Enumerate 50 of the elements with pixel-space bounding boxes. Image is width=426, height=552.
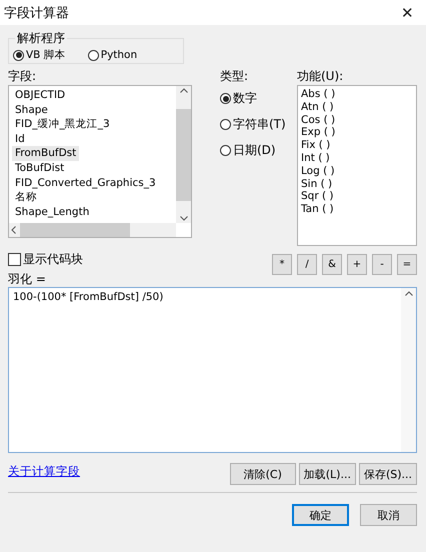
scroll-up-icon[interactable] <box>404 291 412 296</box>
cancel-button[interactable]: 取消 <box>360 504 417 526</box>
operator-button[interactable]: / <box>297 254 317 275</box>
function-item[interactable]: Sin ( ) <box>301 178 332 190</box>
function-item[interactable]: Sqr ( ) <box>301 190 334 204</box>
type-label: 类型: <box>220 68 250 85</box>
operator-button[interactable]: & <box>322 254 342 275</box>
horizontal-scrollbar[interactable] <box>9 223 176 237</box>
function-item[interactable]: Exp ( ) <box>301 126 336 140</box>
type-radio[interactable]: 日期(D) <box>220 142 290 159</box>
function-item[interactable]: Int ( ) <box>301 152 330 165</box>
operator-button[interactable]: + <box>347 254 367 275</box>
parser-radio[interactable]: VB 脚本 <box>13 48 66 62</box>
field-item[interactable]: Shape_Length <box>12 204 92 220</box>
operator-button[interactable]: = <box>397 254 417 275</box>
scroll-down-icon[interactable] <box>180 216 188 221</box>
field-item[interactable]: Id <box>12 132 28 146</box>
operator-button[interactable]: * <box>272 254 292 275</box>
function-item[interactable]: Abs ( ) <box>301 88 336 101</box>
help-link[interactable]: 关于计算字段 <box>8 464 80 479</box>
field-item[interactable]: OBJECTID <box>12 88 68 103</box>
fields-label: 字段: <box>8 68 38 85</box>
field-item[interactable]: FID_缓冲_黑龙江_3 <box>12 117 113 132</box>
field-item[interactable]: FromBufDst <box>12 146 80 161</box>
field-item[interactable]: Shape <box>12 102 51 118</box>
scroll-up-icon[interactable] <box>180 88 188 93</box>
file-button[interactable]: 保存(S)... <box>358 463 417 485</box>
window-title: 字段计算器 <box>4 4 69 22</box>
type-radio[interactable]: 字符串(T) <box>220 116 290 133</box>
file-button[interactable]: 清除(C) <box>230 463 296 485</box>
operator-button[interactable]: - <box>372 254 392 275</box>
close-button[interactable]: ✕ <box>401 4 414 22</box>
field-item[interactable]: ToBufDist <box>12 160 68 176</box>
function-item[interactable]: Atn ( ) <box>301 100 334 114</box>
vertical-scrollbar[interactable] <box>176 86 191 223</box>
scroll-left-icon[interactable] <box>11 226 16 234</box>
show-codeblock-checkbox[interactable]: 显示代码块 <box>8 251 83 268</box>
group-label: 解析程序 <box>16 30 66 47</box>
function-item[interactable]: Log ( ) <box>301 164 335 178</box>
functions-label: 功能(U): <box>297 68 344 85</box>
field-item[interactable]: 名称 <box>12 190 40 205</box>
field-item[interactable]: FID_Converted_Graphics_3 <box>12 176 159 190</box>
function-item[interactable]: Cos ( ) <box>301 114 336 126</box>
expression-label: 羽化 = <box>8 271 47 287</box>
file-button[interactable]: 加载(L)... <box>298 463 356 485</box>
parser-radio[interactable]: Python <box>88 49 138 61</box>
function-item[interactable]: Fix ( ) <box>301 139 330 152</box>
type-radio[interactable]: 数字 <box>220 90 290 107</box>
ok-button[interactable]: 确定 <box>292 504 349 526</box>
function-item[interactable]: Tan ( ) <box>301 203 334 216</box>
